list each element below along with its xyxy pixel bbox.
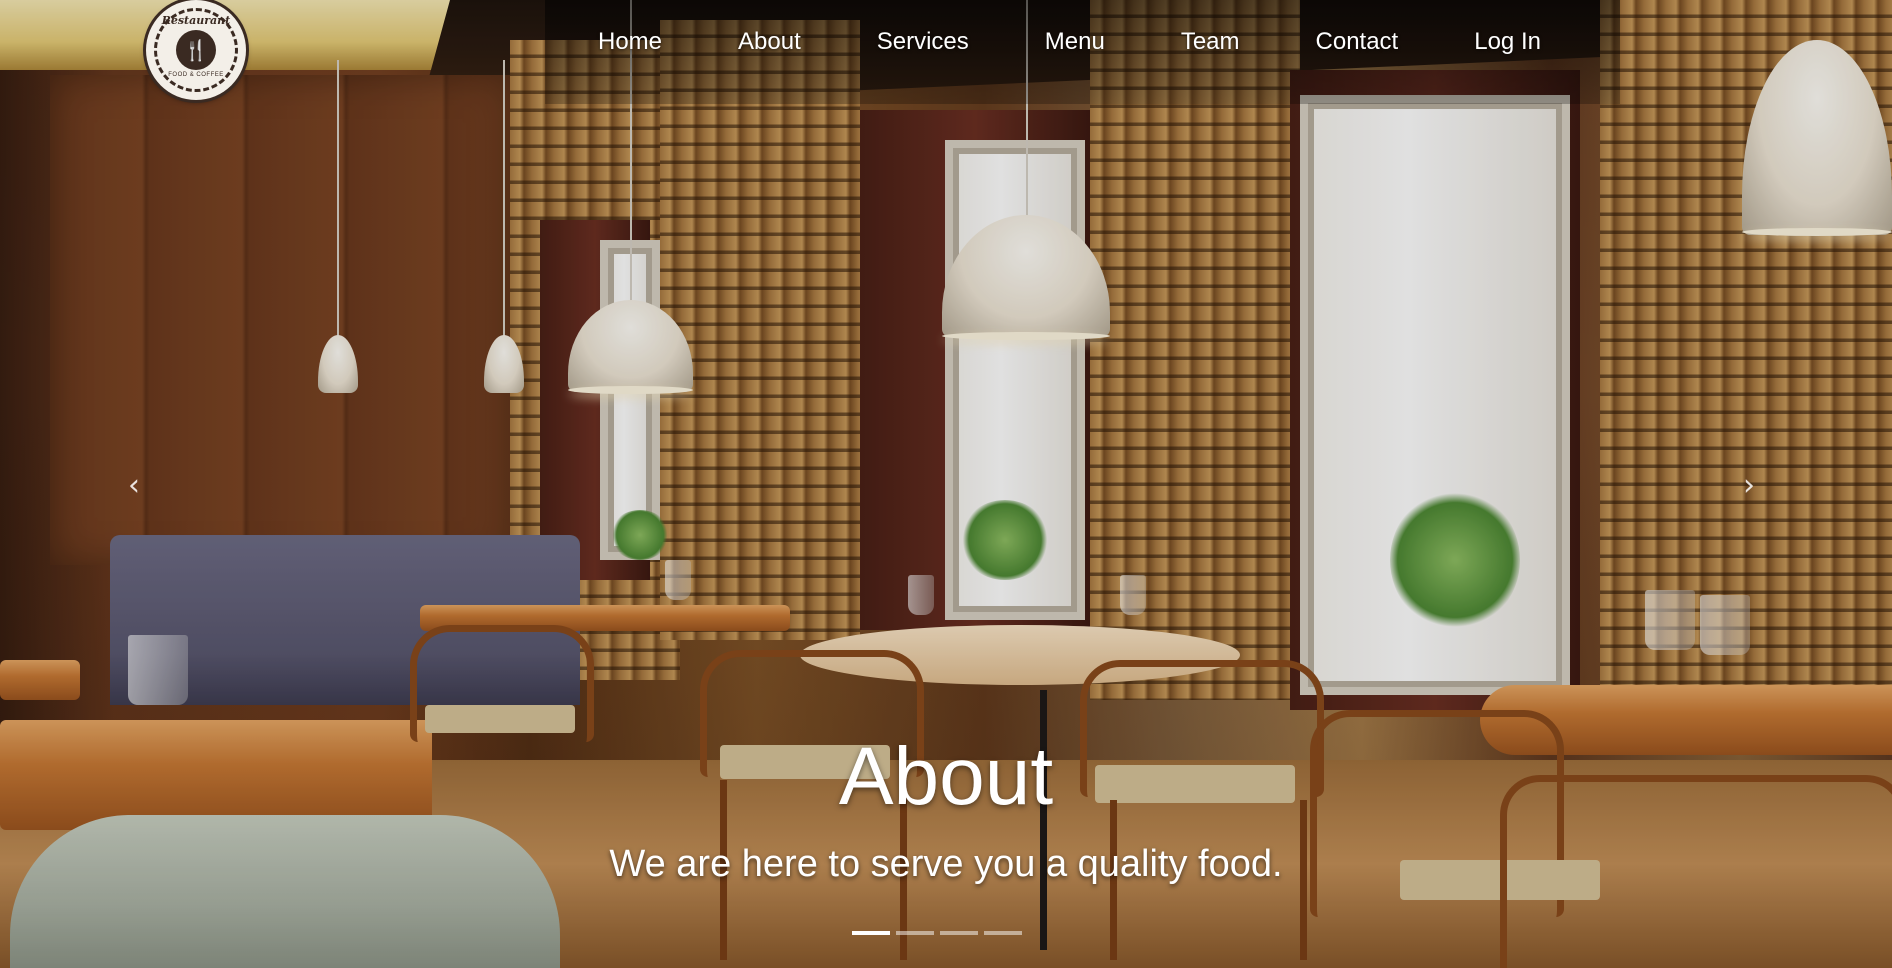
carousel-next-button[interactable]: ›	[1729, 466, 1769, 506]
carousel-caption-title: About	[838, 731, 1054, 822]
nav-links: Home About Services Menu Team Contact Lo…	[560, 28, 1579, 56]
nav-link-login[interactable]: Log In	[1474, 28, 1541, 56]
main-navbar: Restaurant 🍴 FOOD & COFFEE Home About Se…	[0, 0, 1620, 104]
hero-carousel: Restaurant 🍴 FOOD & COFFEE Home About Se…	[0, 0, 1892, 968]
carousel-indicator-1[interactable]	[852, 931, 890, 935]
carousel-indicator-2[interactable]	[896, 931, 934, 935]
carousel-caption-text: We are here to serve you a quality food.	[609, 843, 1283, 885]
logo-subtitle: FOOD & COFFEE	[168, 72, 224, 78]
chevron-left-icon: ‹	[128, 468, 140, 503]
nav-link-team[interactable]: Team	[1181, 28, 1240, 56]
nav-link-about[interactable]: About	[738, 28, 801, 56]
carousel-indicator-4[interactable]	[984, 931, 1022, 935]
carousel-prev-button[interactable]: ‹	[114, 466, 154, 506]
chevron-right-icon: ›	[1743, 468, 1755, 503]
nav-link-menu[interactable]: Menu	[1045, 28, 1105, 56]
nav-link-home[interactable]: Home	[598, 28, 662, 56]
logo-title: Restaurant	[161, 14, 231, 27]
nav-link-services[interactable]: Services	[877, 28, 969, 56]
fork-knife-icon: 🍴	[183, 38, 209, 62]
restaurant-logo[interactable]: Restaurant 🍴 FOOD & COFFEE	[146, 0, 246, 100]
nav-link-contact[interactable]: Contact	[1316, 28, 1399, 56]
carousel-indicators	[852, 931, 1028, 935]
carousel-indicator-3[interactable]	[940, 931, 978, 935]
